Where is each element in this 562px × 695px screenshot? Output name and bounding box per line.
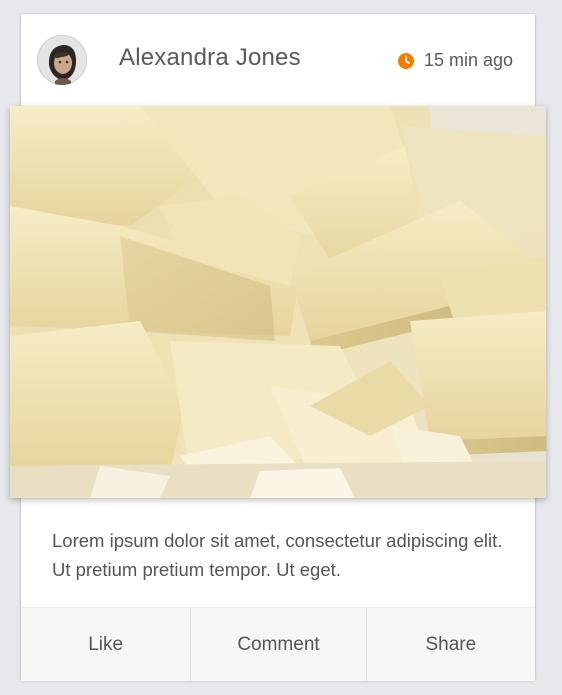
post-header: Alexandra Jones 15 min ago [21,14,535,106]
author-name[interactable]: Alexandra Jones [119,44,301,72]
post-caption: Lorem ipsum dolor sit amet, consectetur … [52,530,503,580]
post-actions: Like Comment Share [21,607,535,681]
share-button[interactable]: Share [365,608,535,681]
post-card: Alexandra Jones 15 min ago Lorem ipsum d… [10,14,546,681]
comment-button[interactable]: Comment [190,608,365,681]
white-chocolate-photo [10,106,546,498]
like-button[interactable]: Like [21,608,190,681]
avatar[interactable] [37,35,87,85]
post-timestamp: 15 min ago [397,50,513,71]
avatar-image [37,35,87,85]
timestamp-text: 15 min ago [423,50,513,70]
post-image[interactable] [10,106,546,498]
clock-icon [397,52,414,69]
